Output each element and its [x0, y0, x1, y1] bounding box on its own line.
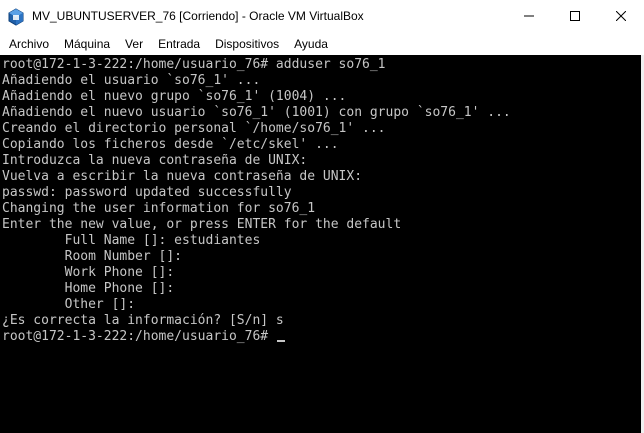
menu-bar: Archivo Máquina Ver Entrada Dispositivos…: [0, 33, 644, 55]
console-line: ¿Es correcta la información? [S/n] s: [2, 313, 284, 328]
minimize-button[interactable]: [506, 0, 552, 33]
menu-archivo[interactable]: Archivo: [3, 33, 55, 55]
menu-ayuda[interactable]: Ayuda: [288, 33, 334, 55]
console-line: Creando el directorio personal `/home/so…: [2, 121, 386, 136]
console-line: Copiando los ficheros desde `/etc/skel' …: [2, 137, 339, 152]
title-bar[interactable]: MV_UBUNTUSERVER_76 [Corriendo] - Oracle …: [0, 0, 644, 33]
console-line: Vuelva a escribir la nueva contraseña de…: [2, 169, 363, 184]
menu-maquina[interactable]: Máquina: [58, 33, 116, 55]
menu-entrada[interactable]: Entrada: [152, 33, 206, 55]
console-prompt-line[interactable]: root@172-1-3-222:/home/usuario_76#: [2, 329, 285, 345]
window-title: MV_UBUNTUSERVER_76 [Corriendo] - Oracle …: [32, 9, 364, 23]
console-line: Añadiendo el nuevo usuario `so76_1' (100…: [2, 105, 511, 120]
console-line: Other []:: [2, 297, 136, 312]
console-line: Full Name []: estudiantes: [2, 233, 261, 248]
minimize-icon: [524, 8, 534, 26]
maximize-icon: [570, 8, 580, 26]
console-line: Enter the new value, or press ENTER for …: [2, 217, 402, 232]
close-icon: [615, 8, 627, 26]
virtualbox-icon: [7, 8, 25, 26]
console-line: Work Phone []:: [2, 265, 175, 280]
console-line: Añadiendo el usuario `so76_1' ...: [2, 73, 261, 88]
maximize-button[interactable]: [552, 0, 598, 33]
console-line: Changing the user information for so76_1: [2, 201, 316, 216]
console-line: passwd: password updated successfully: [2, 185, 292, 200]
console-line: root@172-1-3-222:/home/usuario_76# addus…: [2, 57, 386, 72]
console-line: Introduzca la nueva contraseña de UNIX:: [2, 153, 308, 168]
console-line: Añadiendo el nuevo grupo `so76_1' (1004)…: [2, 89, 347, 104]
prompt-text: root@172-1-3-222:/home/usuario_76#: [2, 329, 276, 344]
vm-console[interactable]: root@172-1-3-222:/home/usuario_76# addus…: [0, 55, 641, 433]
menu-ver[interactable]: Ver: [119, 33, 149, 55]
close-button[interactable]: [598, 0, 644, 33]
text-cursor: [276, 340, 285, 342]
console-line: Home Phone []:: [2, 281, 175, 296]
menu-dispositivos[interactable]: Dispositivos: [209, 33, 285, 55]
console-line: Room Number []:: [2, 249, 183, 264]
virtualbox-window: MV_UBUNTUSERVER_76 [Corriendo] - Oracle …: [0, 0, 644, 433]
